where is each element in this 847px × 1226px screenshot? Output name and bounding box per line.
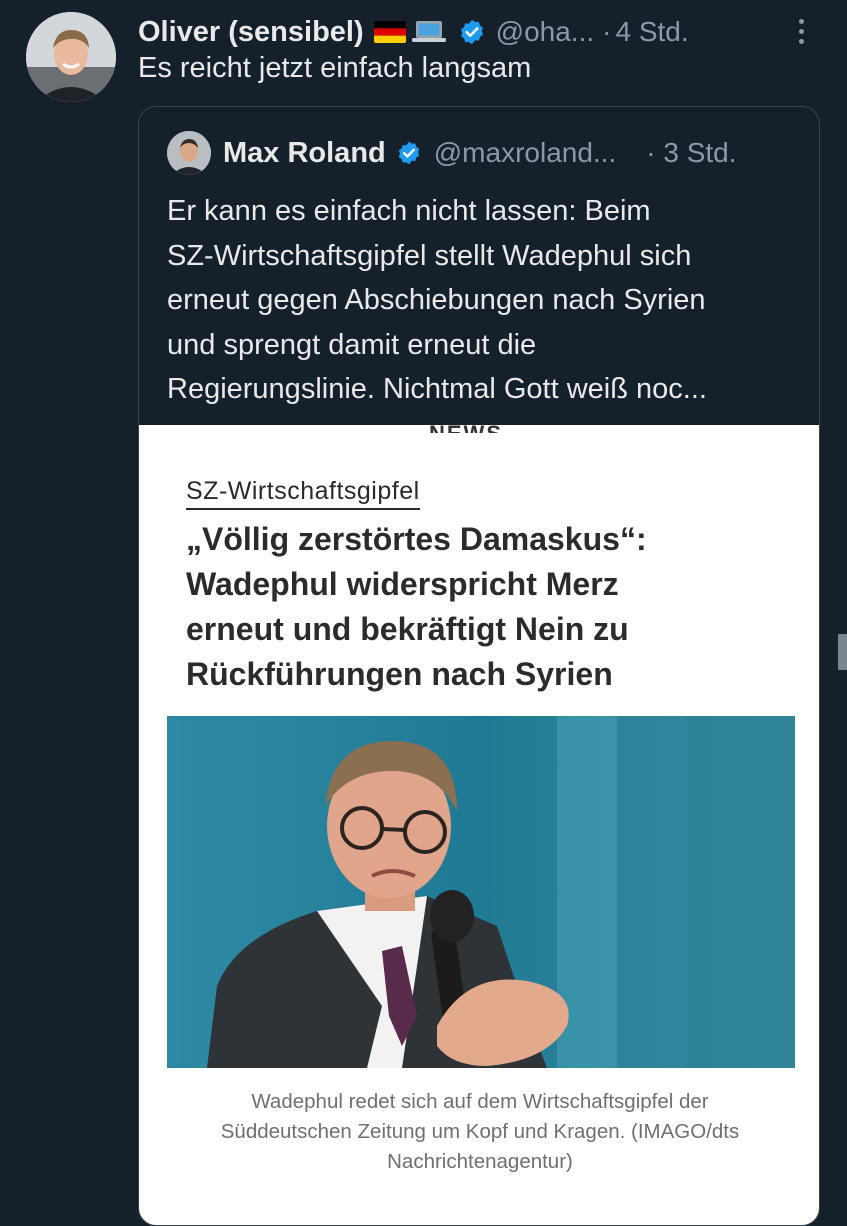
quoted-author-name: Max Roland xyxy=(223,136,386,169)
author-emoji xyxy=(373,19,448,45)
headline-line: erneut und bekräftigt Nein zu xyxy=(186,611,629,647)
quoted-tweet[interactable]: Max Roland @maxroland... · 3 Std. Er kan… xyxy=(138,106,820,1226)
quoted-text-line: Er kann es einfach nicht lassen: Beim xyxy=(167,195,651,227)
article-photo-caption: Wadephul redet sich auf dem Wirtschaftsg… xyxy=(139,1087,819,1177)
tweet-header: Oliver (sensibel) @oha... · 4 Std. xyxy=(138,10,828,54)
quoted-text-line: erneut gegen Abschiebungen nach Syrien xyxy=(167,284,706,316)
headline-line: „Völlig zerstörtes Damaskus“: xyxy=(186,521,647,557)
headline-line: Wadephul widerspricht Merz xyxy=(186,566,619,602)
article-screenshot-image[interactable]: NEWS SZ-Wirtschaftsgipfel „Völlig zerstö… xyxy=(139,421,819,1225)
author-handle[interactable]: @oha... xyxy=(496,16,594,48)
caption-line: Süddeutschen Zeitung um Kopf und Kragen.… xyxy=(220,1120,740,1143)
article-photo xyxy=(167,716,795,1068)
tweet-timestamp[interactable]: 4 Std. xyxy=(615,16,688,48)
scrollbar-thumb[interactable] xyxy=(838,634,847,670)
quoted-verified-badge-icon xyxy=(396,140,422,166)
quoted-time-value: 3 Std. xyxy=(663,137,737,168)
caption-line: Nachrichtenagentur) xyxy=(387,1150,573,1173)
caption-line: Wadephul redet sich auf dem Wirtschaftsg… xyxy=(251,1090,709,1113)
separator-dot: · xyxy=(602,16,612,47)
headline-line: Rückführungen nach Syrien xyxy=(186,656,613,692)
more-options-icon[interactable] xyxy=(786,14,816,48)
germany-flag-icon xyxy=(373,21,406,43)
quoted-author-avatar xyxy=(167,131,211,175)
quoted-text-line: SZ-Wirtschaftsgipfel stellt Wadephul sic… xyxy=(167,239,692,272)
verified-badge-icon[interactable] xyxy=(458,18,486,46)
quoted-timestamp: · 3 Std. xyxy=(646,137,737,168)
quoted-text-line: und sprengt damit erneut die xyxy=(167,328,537,361)
author-avatar[interactable] xyxy=(26,12,116,102)
quoted-text: Er kann es einfach nicht lassen: Beim SZ… xyxy=(167,189,807,412)
article-top-clip: NEWS xyxy=(429,421,503,433)
article-kicker: SZ-Wirtschaftsgipfel xyxy=(186,477,420,510)
quoted-header: Max Roland @maxroland... · 3 Std. xyxy=(167,129,807,177)
author-name[interactable]: Oliver (sensibel) xyxy=(138,16,364,49)
quoted-text-line: Regierungslinie. Nichtmal Gott weiß noc.… xyxy=(167,373,707,405)
tweet[interactable]: Oliver (sensibel) @oha... · 4 Std. Es re… xyxy=(0,0,847,1226)
quoted-author-handle: @maxroland... xyxy=(433,137,617,168)
tweet-text: Es reicht jetzt einfach langsam xyxy=(138,52,532,84)
article-headline: „Völlig zerstörtes Damaskus“: Wadephul w… xyxy=(186,517,786,697)
laptop-icon xyxy=(410,19,448,45)
